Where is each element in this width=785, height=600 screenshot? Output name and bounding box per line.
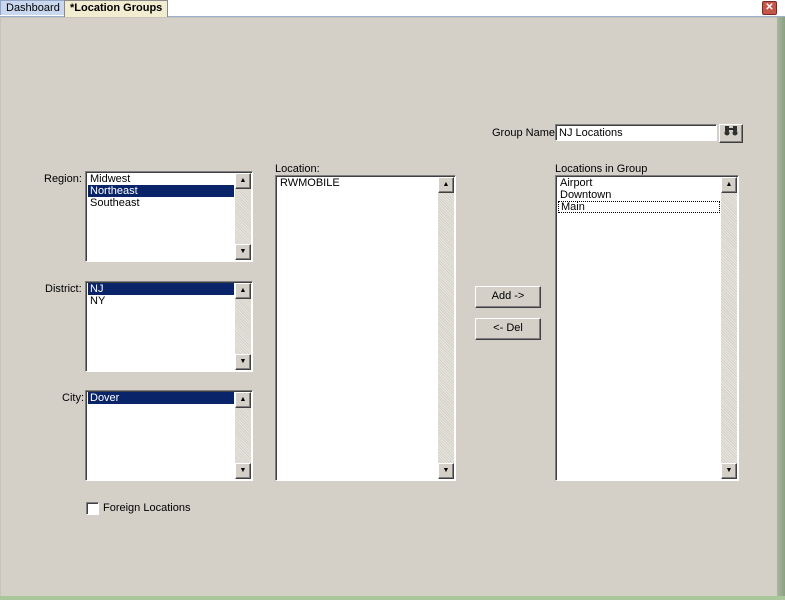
city-list[interactable]: Dover ▲ ▼ — [85, 390, 253, 481]
close-icon[interactable]: ✕ — [762, 1, 777, 15]
group-name-label: Group Name: — [492, 127, 559, 139]
group-name-input[interactable]: NJ Locations — [555, 124, 717, 141]
scroll-down-icon[interactable]: ▼ — [721, 463, 737, 479]
add-button[interactable]: Add -> — [475, 286, 541, 308]
region-label: Region: — [44, 173, 82, 185]
district-list[interactable]: NJ NY ▲ ▼ — [85, 281, 253, 372]
list-item[interactable]: Northeast — [88, 185, 234, 197]
city-label: City: — [62, 392, 84, 404]
district-label: District: — [45, 283, 82, 295]
tab-dashboard[interactable]: Dashboard — [0, 0, 66, 15]
scroll-down-icon[interactable]: ▼ — [438, 463, 454, 479]
city-items: Dover — [88, 392, 234, 404]
search-button[interactable] — [719, 124, 743, 143]
list-item[interactable]: Airport — [558, 177, 720, 189]
group-locations-list[interactable]: Airport Downtown Main ▲ ▼ — [555, 175, 739, 481]
list-item[interactable]: Midwest — [88, 173, 234, 185]
region-scrollbar[interactable]: ▲ ▼ — [235, 173, 251, 260]
tab-strip: Dashboard *Location Groups ✕ — [0, 0, 785, 17]
scroll-up-icon[interactable]: ▲ — [438, 177, 454, 193]
list-item[interactable]: RWMOBILE — [278, 177, 437, 189]
foreign-locations-label: Foreign Locations — [103, 502, 191, 514]
location-scrollbar[interactable]: ▲ ▼ — [438, 177, 454, 479]
group-scrollbar[interactable]: ▲ ▼ — [721, 177, 737, 479]
location-label: Location: — [275, 163, 320, 175]
window-bottom-edge — [0, 596, 785, 600]
scroll-up-icon[interactable]: ▲ — [721, 177, 737, 193]
foreign-locations-checkbox[interactable] — [86, 502, 99, 515]
list-item[interactable]: Downtown — [558, 189, 720, 201]
scroll-down-icon[interactable]: ▼ — [235, 463, 251, 479]
location-list[interactable]: RWMOBILE ▲ ▼ — [275, 175, 456, 481]
list-item[interactable]: Dover — [88, 392, 234, 404]
district-items: NJ NY — [88, 283, 234, 307]
scroll-down-icon[interactable]: ▼ — [235, 244, 251, 260]
delete-button[interactable]: <- Del — [475, 318, 541, 340]
scroll-up-icon[interactable]: ▲ — [235, 283, 251, 299]
group-list-label: Locations in Group — [555, 163, 648, 175]
region-items: Midwest Northeast Southeast — [88, 173, 234, 209]
scroll-up-icon[interactable]: ▲ — [235, 173, 251, 189]
district-scrollbar[interactable]: ▲ ▼ — [235, 283, 251, 370]
scroll-up-icon[interactable]: ▲ — [235, 392, 251, 408]
location-items: RWMOBILE — [278, 177, 437, 189]
binoculars-icon — [724, 126, 738, 136]
list-item[interactable]: NY — [88, 295, 234, 307]
window-edge — [777, 17, 785, 600]
city-scrollbar[interactable]: ▲ ▼ — [235, 392, 251, 479]
scroll-down-icon[interactable]: ▼ — [235, 354, 251, 370]
group-items: Airport Downtown Main — [558, 177, 720, 213]
tab-location-groups[interactable]: *Location Groups — [64, 0, 169, 17]
list-item[interactable]: Main — [558, 201, 720, 213]
list-item[interactable]: Southeast — [88, 197, 234, 209]
region-list[interactable]: Midwest Northeast Southeast ▲ ▼ — [85, 171, 253, 262]
list-item[interactable]: NJ — [88, 283, 234, 295]
